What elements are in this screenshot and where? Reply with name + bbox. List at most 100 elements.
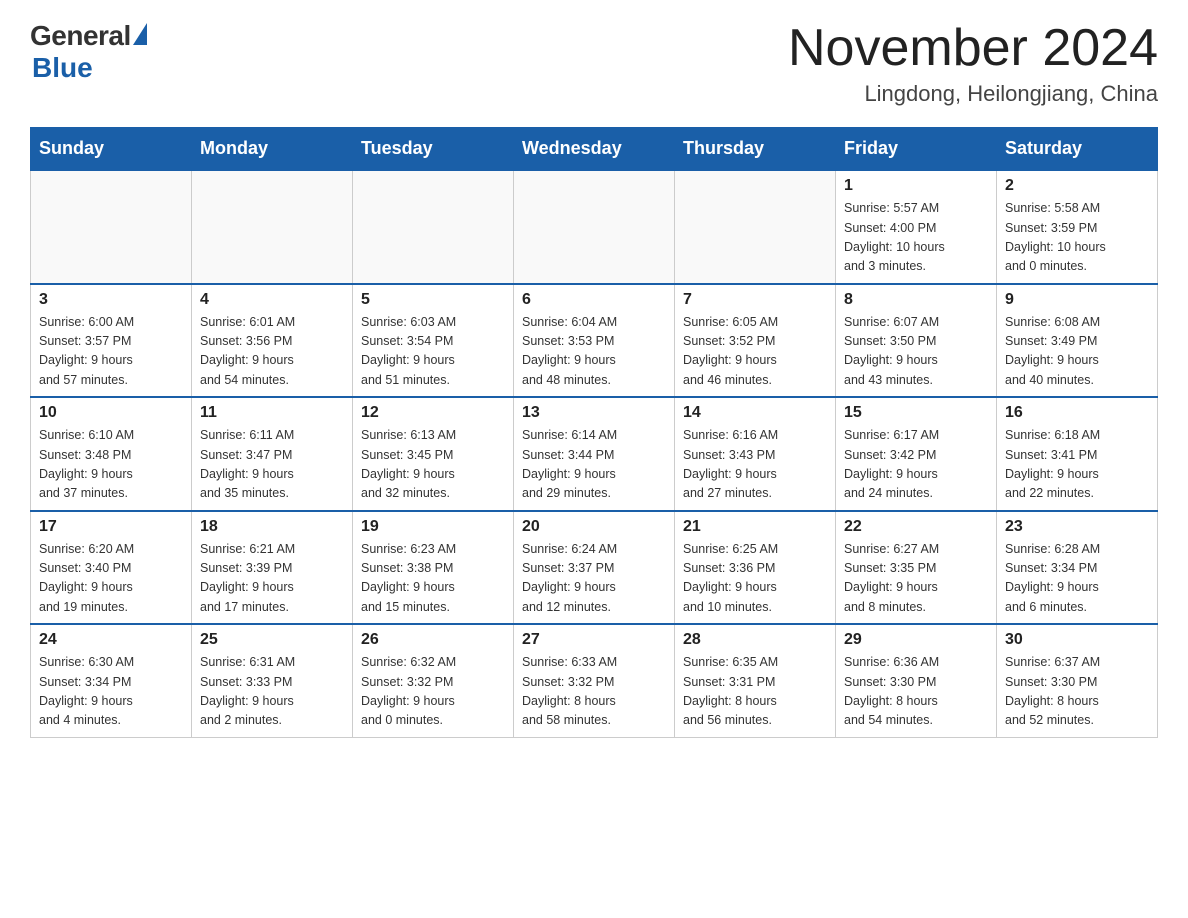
day-number: 10 [39, 404, 183, 422]
day-number: 21 [683, 518, 827, 536]
day-info: Sunrise: 6:03 AMSunset: 3:54 PMDaylight:… [361, 313, 505, 391]
day-number: 9 [1005, 291, 1149, 309]
day-number: 23 [1005, 518, 1149, 536]
calendar-cell: 1 Sunrise: 5:57 AMSunset: 4:00 PMDaylight… [836, 170, 997, 284]
calendar-cell: 20 Sunrise: 6:24 AMSunset: 3:37 PMDayligh… [514, 511, 675, 625]
day-number: 28 [683, 631, 827, 649]
calendar-cell: 9 Sunrise: 6:08 AMSunset: 3:49 PMDaylight… [997, 284, 1158, 398]
day-info: Sunrise: 6:14 AMSunset: 3:44 PMDaylight:… [522, 426, 666, 504]
day-number: 19 [361, 518, 505, 536]
day-info: Sunrise: 6:32 AMSunset: 3:32 PMDaylight:… [361, 653, 505, 731]
calendar-cell: 15 Sunrise: 6:17 AMSunset: 3:42 PMDayligh… [836, 397, 997, 511]
calendar-cell: 19 Sunrise: 6:23 AMSunset: 3:38 PMDayligh… [353, 511, 514, 625]
calendar-cell: 6 Sunrise: 6:04 AMSunset: 3:53 PMDaylight… [514, 284, 675, 398]
day-info: Sunrise: 6:33 AMSunset: 3:32 PMDaylight:… [522, 653, 666, 731]
day-info: Sunrise: 6:04 AMSunset: 3:53 PMDaylight:… [522, 313, 666, 391]
day-info: Sunrise: 6:24 AMSunset: 3:37 PMDaylight:… [522, 540, 666, 618]
weekday-header-sunday: Sunday [31, 128, 192, 171]
day-number: 4 [200, 291, 344, 309]
calendar-cell: 21 Sunrise: 6:25 AMSunset: 3:36 PMDayligh… [675, 511, 836, 625]
calendar-cell [31, 170, 192, 284]
calendar-cell: 29Sunrise: 6:36 AMSunset: 3:30 PMDayligh… [836, 624, 997, 737]
calendar-cell: 28 Sunrise: 6:35 AMSunset: 3:31 PMDayligh… [675, 624, 836, 737]
day-info: Sunrise: 6:23 AMSunset: 3:38 PMDaylight:… [361, 540, 505, 618]
day-info: Sunrise: 6:35 AMSunset: 3:31 PMDaylight:… [683, 653, 827, 731]
weekday-header-thursday: Thursday [675, 128, 836, 171]
day-info: Sunrise: 6:25 AMSunset: 3:36 PMDaylight:… [683, 540, 827, 618]
day-number: 2 [1005, 177, 1149, 195]
calendar-cell: 27Sunrise: 6:33 AMSunset: 3:32 PMDayligh… [514, 624, 675, 737]
calendar-cell: 30 Sunrise: 6:37 AMSunset: 3:30 PMDayligh… [997, 624, 1158, 737]
day-info: Sunrise: 6:16 AMSunset: 3:43 PMDaylight:… [683, 426, 827, 504]
day-info: Sunrise: 6:11 AMSunset: 3:47 PMDaylight:… [200, 426, 344, 504]
calendar-cell: 3Sunrise: 6:00 AMSunset: 3:57 PMDaylight… [31, 284, 192, 398]
day-number: 13 [522, 404, 666, 422]
calendar-cell: 25Sunrise: 6:31 AMSunset: 3:33 PMDayligh… [192, 624, 353, 737]
day-info: Sunrise: 6:00 AMSunset: 3:57 PMDaylight:… [39, 313, 183, 391]
day-number: 15 [844, 404, 988, 422]
logo-triangle-icon [133, 23, 147, 45]
calendar-table: SundayMondayTuesdayWednesdayThursdayFrid… [30, 127, 1158, 738]
day-info: Sunrise: 6:08 AMSunset: 3:49 PMDaylight:… [1005, 313, 1149, 391]
calendar-cell: 13 Sunrise: 6:14 AMSunset: 3:44 PMDayligh… [514, 397, 675, 511]
day-number: 16 [1005, 404, 1149, 422]
weekday-header-monday: Monday [192, 128, 353, 171]
day-info: Sunrise: 6:28 AMSunset: 3:34 PMDaylight:… [1005, 540, 1149, 618]
day-info: Sunrise: 6:01 AMSunset: 3:56 PMDaylight:… [200, 313, 344, 391]
calendar-cell: 7Sunrise: 6:05 AMSunset: 3:52 PMDaylight… [675, 284, 836, 398]
calendar-cell: 2 Sunrise: 5:58 AMSunset: 3:59 PMDaylight… [997, 170, 1158, 284]
calendar-cell: 23 Sunrise: 6:28 AMSunset: 3:34 PMDayligh… [997, 511, 1158, 625]
day-info: Sunrise: 6:31 AMSunset: 3:33 PMDaylight:… [200, 653, 344, 731]
day-number: 5 [361, 291, 505, 309]
day-info: Sunrise: 6:30 AMSunset: 3:34 PMDaylight:… [39, 653, 183, 731]
day-number: 7 [683, 291, 827, 309]
day-info: Sunrise: 6:10 AMSunset: 3:48 PMDaylight:… [39, 426, 183, 504]
day-number: 14 [683, 404, 827, 422]
logo: General Blue [30, 20, 147, 84]
day-info: Sunrise: 6:37 AMSunset: 3:30 PMDaylight:… [1005, 653, 1149, 731]
day-number: 11 [200, 404, 344, 422]
month-title: November 2024 [788, 20, 1158, 77]
day-number: 1 [844, 177, 988, 195]
day-number: 24 [39, 631, 183, 649]
weekday-header-wednesday: Wednesday [514, 128, 675, 171]
week-row-2: 3Sunrise: 6:00 AMSunset: 3:57 PMDaylight… [31, 284, 1158, 398]
calendar-cell [353, 170, 514, 284]
day-info: Sunrise: 5:58 AMSunset: 3:59 PMDaylight:… [1005, 199, 1149, 277]
day-info: Sunrise: 6:27 AMSunset: 3:35 PMDaylight:… [844, 540, 988, 618]
week-row-1: 1 Sunrise: 5:57 AMSunset: 4:00 PMDaylight… [31, 170, 1158, 284]
day-number: 17 [39, 518, 183, 536]
day-info: Sunrise: 6:07 AMSunset: 3:50 PMDaylight:… [844, 313, 988, 391]
title-section: November 2024 Lingdong, Heilongjiang, Ch… [788, 20, 1158, 107]
calendar-cell: 22 Sunrise: 6:27 AMSunset: 3:35 PMDayligh… [836, 511, 997, 625]
calendar-cell [514, 170, 675, 284]
day-info: Sunrise: 6:17 AMSunset: 3:42 PMDaylight:… [844, 426, 988, 504]
day-number: 12 [361, 404, 505, 422]
week-row-4: 17 Sunrise: 6:20 AMSunset: 3:40 PMDayligh… [31, 511, 1158, 625]
location-text: Lingdong, Heilongjiang, China [788, 81, 1158, 107]
weekday-header-row: SundayMondayTuesdayWednesdayThursdayFrid… [31, 128, 1158, 171]
day-info: Sunrise: 6:21 AMSunset: 3:39 PMDaylight:… [200, 540, 344, 618]
calendar-cell: 26 Sunrise: 6:32 AMSunset: 3:32 PMDayligh… [353, 624, 514, 737]
calendar-cell: 14 Sunrise: 6:16 AMSunset: 3:43 PMDayligh… [675, 397, 836, 511]
calendar-cell: 16 Sunrise: 6:18 AMSunset: 3:41 PMDayligh… [997, 397, 1158, 511]
day-number: 30 [1005, 631, 1149, 649]
weekday-header-saturday: Saturday [997, 128, 1158, 171]
day-number: 22 [844, 518, 988, 536]
logo-blue-text: Blue [32, 52, 93, 84]
day-info: Sunrise: 6:18 AMSunset: 3:41 PMDaylight:… [1005, 426, 1149, 504]
week-row-3: 10 Sunrise: 6:10 AMSunset: 3:48 PMDayligh… [31, 397, 1158, 511]
day-info: Sunrise: 6:36 AMSunset: 3:30 PMDaylight:… [844, 653, 988, 731]
calendar-cell: 4 Sunrise: 6:01 AMSunset: 3:56 PMDaylight… [192, 284, 353, 398]
day-number: 18 [200, 518, 344, 536]
calendar-cell: 10 Sunrise: 6:10 AMSunset: 3:48 PMDayligh… [31, 397, 192, 511]
logo-general-text: General [30, 20, 131, 52]
day-number: 26 [361, 631, 505, 649]
calendar-cell: 8Sunrise: 6:07 AMSunset: 3:50 PMDaylight… [836, 284, 997, 398]
week-row-5: 24 Sunrise: 6:30 AMSunset: 3:34 PMDayligh… [31, 624, 1158, 737]
calendar-cell: 12Sunrise: 6:13 AMSunset: 3:45 PMDayligh… [353, 397, 514, 511]
day-info: Sunrise: 6:20 AMSunset: 3:40 PMDaylight:… [39, 540, 183, 618]
day-number: 20 [522, 518, 666, 536]
day-number: 6 [522, 291, 666, 309]
day-info: Sunrise: 5:57 AMSunset: 4:00 PMDaylight:… [844, 199, 988, 277]
